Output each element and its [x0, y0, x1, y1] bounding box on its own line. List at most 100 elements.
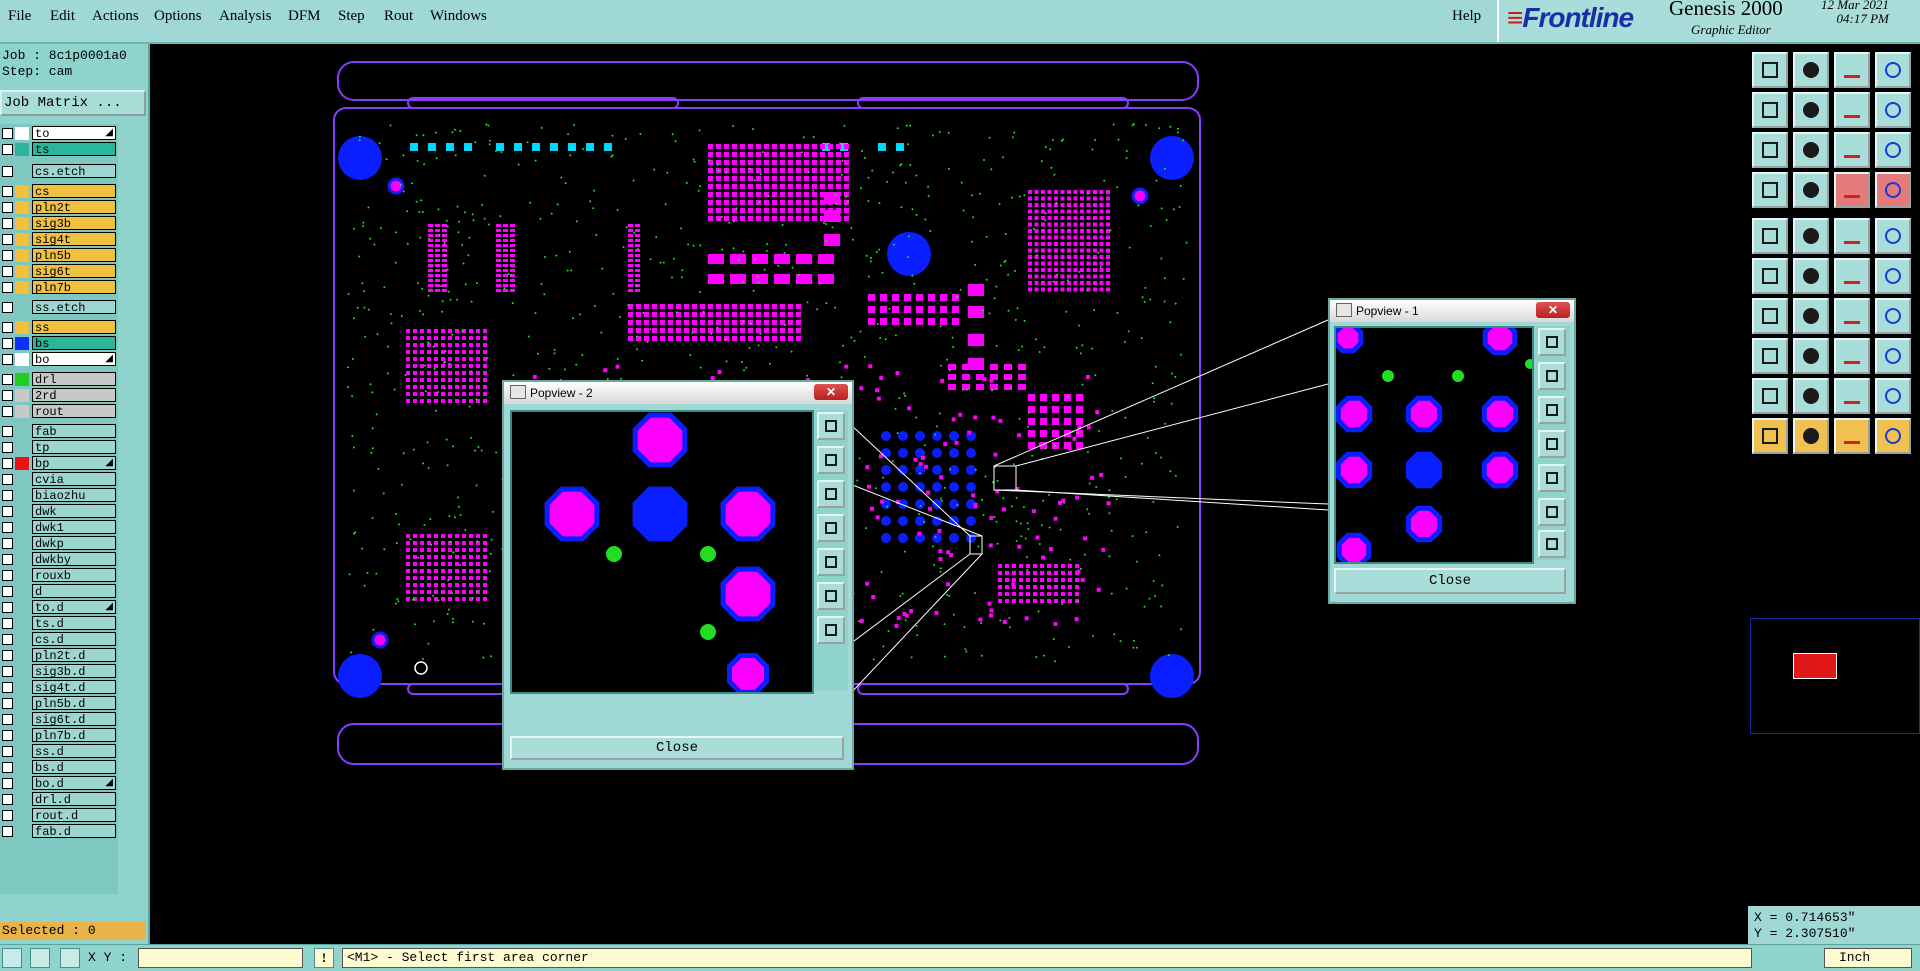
- layer-color-swatch[interactable]: [15, 127, 29, 140]
- layer-row[interactable]: rout.d: [0, 808, 118, 823]
- layer-color-swatch[interactable]: [15, 457, 29, 470]
- layer-checkbox[interactable]: [2, 666, 13, 677]
- layer-row[interactable]: dwkby: [0, 552, 118, 567]
- layer-name[interactable]: tp: [32, 440, 116, 455]
- layer-color-swatch[interactable]: [15, 505, 29, 518]
- layer-checkbox[interactable]: [2, 218, 13, 229]
- layer-color-swatch[interactable]: [15, 301, 29, 314]
- layer-name[interactable]: bs: [32, 336, 116, 351]
- layer-color-swatch[interactable]: [15, 337, 29, 350]
- add-line-icon[interactable]: [1793, 338, 1829, 374]
- layer-name[interactable]: pln5b: [32, 248, 116, 263]
- layer-name[interactable]: bs.d: [32, 760, 116, 775]
- layer-name[interactable]: sig6t: [32, 264, 116, 279]
- layer-checkbox[interactable]: [2, 570, 13, 581]
- layer-row[interactable]: ts: [0, 142, 118, 157]
- layer-color-swatch[interactable]: [15, 353, 29, 366]
- layer-row[interactable]: bo ◢: [0, 352, 118, 367]
- frontline-ff-icon[interactable]: [1875, 298, 1911, 334]
- layer-color-swatch[interactable]: [15, 373, 29, 386]
- menu-file[interactable]: File: [8, 8, 31, 25]
- layer-name[interactable]: to ◢: [32, 126, 116, 141]
- layer-color-swatch[interactable]: [15, 569, 29, 582]
- layer-name[interactable]: dwk: [32, 504, 116, 519]
- layer-row[interactable]: pln2t: [0, 200, 118, 215]
- probe-icon[interactable]: [1793, 172, 1829, 208]
- menu-dfm[interactable]: DFM: [288, 8, 321, 25]
- ruler-icon[interactable]: [1834, 218, 1870, 254]
- pan-right-icon[interactable]: [1538, 464, 1566, 492]
- layer-row[interactable]: fab.d: [0, 824, 118, 839]
- layer-checkbox[interactable]: [2, 144, 13, 155]
- layer-name[interactable]: pln7b.d: [32, 728, 116, 743]
- mirror-icon[interactable]: [1834, 92, 1870, 128]
- layer-row[interactable]: dwk: [0, 504, 118, 519]
- menu-step[interactable]: Step: [338, 8, 365, 25]
- layer-color-swatch[interactable]: [15, 681, 29, 694]
- zoom-home-icon[interactable]: [817, 412, 845, 440]
- pan-right-icon[interactable]: [1793, 92, 1829, 128]
- layer-color-swatch[interactable]: [15, 793, 29, 806]
- layer-color-swatch[interactable]: [15, 585, 29, 598]
- layer-color-swatch[interactable]: [15, 389, 29, 402]
- save-view-icon[interactable]: [1793, 52, 1829, 88]
- layer-checkbox[interactable]: [2, 128, 13, 139]
- popview-1-close-button[interactable]: Close: [1334, 568, 1566, 594]
- layer-row[interactable]: rouxb: [0, 568, 118, 583]
- layer-name[interactable]: sig3b.d: [32, 664, 116, 679]
- layer-row[interactable]: 2rd: [0, 388, 118, 403]
- layer-color-swatch[interactable]: [15, 201, 29, 214]
- layer-checkbox[interactable]: [2, 338, 13, 349]
- layer-row[interactable]: pln5b: [0, 248, 118, 263]
- fit-icon[interactable]: [817, 582, 845, 610]
- layer-color-swatch[interactable]: [15, 537, 29, 550]
- layer-color-swatch[interactable]: [15, 649, 29, 662]
- scale-1-2-icon[interactable]: [1834, 132, 1870, 168]
- menu-rout[interactable]: Rout: [384, 8, 413, 25]
- layer-color-swatch[interactable]: [15, 825, 29, 838]
- layer-name[interactable]: sig4t: [32, 232, 116, 247]
- node-edit-icon[interactable]: [1752, 258, 1788, 294]
- layer-checkbox[interactable]: [2, 490, 13, 501]
- layer-row[interactable]: drl: [0, 372, 118, 387]
- layer-name[interactable]: rout: [32, 404, 116, 419]
- layer-checkbox[interactable]: [2, 374, 13, 385]
- layer-color-swatch[interactable]: [15, 633, 29, 646]
- layer-color-swatch[interactable]: [15, 441, 29, 454]
- layer-color-swatch[interactable]: [15, 405, 29, 418]
- layer-color-swatch[interactable]: [15, 489, 29, 502]
- popview-2-view[interactable]: [510, 410, 814, 695]
- layer-row[interactable]: pln7b: [0, 280, 118, 295]
- pointer-icon[interactable]: [1752, 418, 1788, 454]
- menu-help[interactable]: Help: [1452, 8, 1481, 25]
- add-pad-icon[interactable]: [1752, 218, 1788, 254]
- pan-right-icon[interactable]: [817, 548, 845, 576]
- layer-checkbox[interactable]: [2, 618, 13, 629]
- layer-color-swatch[interactable]: [15, 265, 29, 278]
- layer-row[interactable]: cvia: [0, 472, 118, 487]
- select-mode-icon[interactable]: [2, 948, 22, 968]
- layer-color-swatch[interactable]: [15, 165, 29, 178]
- layer-row[interactable]: fab: [0, 424, 118, 439]
- layer-row[interactable]: ss: [0, 320, 118, 335]
- zoom-out-icon[interactable]: [817, 480, 845, 508]
- layer-row[interactable]: to.d ◢: [0, 600, 118, 615]
- layer-name[interactable]: drl: [32, 372, 116, 387]
- layer-row[interactable]: pln5b.d: [0, 696, 118, 711]
- layer-row[interactable]: pln7b.d: [0, 728, 118, 743]
- layer-color-swatch[interactable]: [15, 185, 29, 198]
- layer-name[interactable]: d: [32, 584, 116, 599]
- layer-row[interactable]: tp: [0, 440, 118, 455]
- layer-row[interactable]: cs.etch: [0, 164, 118, 179]
- rotate-icon[interactable]: [1834, 298, 1870, 334]
- layer-row[interactable]: ts.d: [0, 616, 118, 631]
- layer-checkbox[interactable]: [2, 474, 13, 485]
- measure-icon[interactable]: [1752, 172, 1788, 208]
- layer-checkbox[interactable]: [2, 778, 13, 789]
- triangle-b-icon[interactable]: [1793, 378, 1829, 414]
- layer-checkbox[interactable]: [2, 266, 13, 277]
- layer-checkbox[interactable]: [2, 634, 13, 645]
- layer-name[interactable]: to.d ◢: [32, 600, 116, 615]
- layer-name[interactable]: dwkby: [32, 552, 116, 567]
- menu-windows[interactable]: Windows: [430, 8, 487, 25]
